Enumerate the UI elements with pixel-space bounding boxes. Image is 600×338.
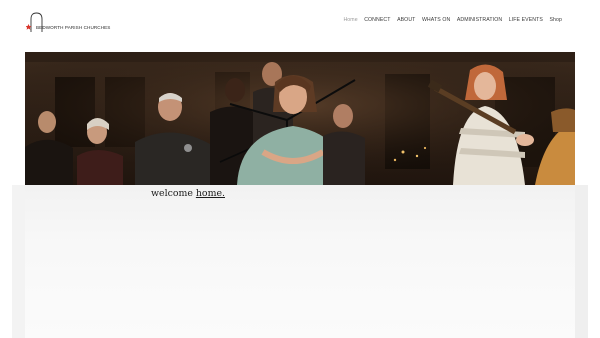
nav-connect[interactable]: CONNECT [364, 17, 390, 23]
main-nav: Home CONNECT ABOUT WHATS ON ADMINISTRATI… [343, 17, 562, 23]
nav-shop[interactable]: Shop [549, 17, 562, 23]
church-arch-icon [26, 12, 43, 32]
content-edge-right [575, 185, 588, 338]
nav-home[interactable]: Home [343, 17, 357, 23]
site-logo[interactable]: BEDWORTH PARISH CHURCHES [26, 11, 116, 35]
nav-administration[interactable]: ADMINISTRATION [457, 17, 502, 23]
nav-whats-on[interactable]: WHATS ON [422, 17, 450, 23]
welcome-heading: welcome home. [151, 188, 225, 199]
nav-about[interactable]: ABOUT [397, 17, 415, 23]
hero-image [25, 52, 575, 185]
content-edge-left [12, 185, 25, 338]
worship-photo [25, 52, 575, 185]
nav-life-events[interactable]: LIFE EVENTS [509, 17, 543, 23]
logo-text: BEDWORTH PARISH CHURCHES [36, 25, 111, 30]
home-link[interactable]: home. [196, 188, 225, 199]
welcome-prefix: welcome [151, 188, 193, 199]
content-section [12, 185, 588, 338]
